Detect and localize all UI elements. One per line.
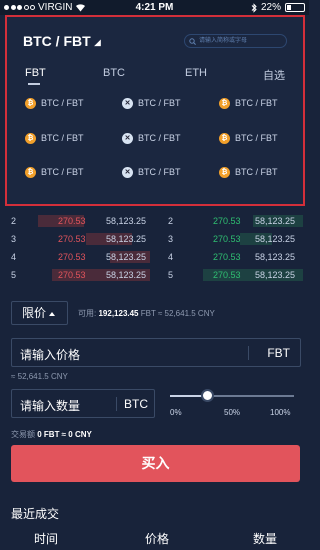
amount-unit: BTC xyxy=(124,397,148,411)
tab-fbt[interactable]: FBT xyxy=(25,67,46,85)
price-input[interactable]: 请输入价格 FBT xyxy=(11,338,301,367)
pair-item[interactable]: ₿ BTC / FBT xyxy=(219,165,278,179)
ripple-icon: ✕ xyxy=(122,132,133,144)
bitcoin-icon: ₿ xyxy=(219,166,230,178)
column-price: 价格 xyxy=(145,532,170,546)
pair-item[interactable]: ✕ BTC / FBT xyxy=(122,131,181,145)
price-unit: FBT xyxy=(267,346,290,360)
ripple-icon: ✕ xyxy=(122,97,133,109)
pair-item[interactable]: ✕ BTC / FBT xyxy=(122,165,181,179)
book-row[interactable]: 5 270.53 58,123.25 5 270.53 58,123.25 xyxy=(0,268,309,282)
column-amount: 数量 xyxy=(253,532,278,546)
bitcoin-icon: ₿ xyxy=(25,97,36,109)
book-row[interactable]: 3 270.53 58,123.25 3 270.53 58,123.25 xyxy=(0,232,309,246)
pair-selector-panel: BTC / FBT ◢ 请输入简称或字母 FBT BTC ETH 自选 ₿ BTC… xyxy=(5,15,305,206)
bitcoin-icon: ₿ xyxy=(219,97,230,109)
book-row[interactable]: 4 270.53 58,123.25 4 270.53 58,123.25 xyxy=(0,250,309,264)
pair-item[interactable]: ₿ BTC / FBT xyxy=(25,165,84,179)
bitcoin-icon: ₿ xyxy=(219,132,230,144)
pair-item[interactable]: ₿ BTC / FBT xyxy=(219,131,278,145)
pair-item[interactable]: ₿ BTC / FBT xyxy=(25,131,84,145)
tab-btc[interactable]: BTC xyxy=(103,67,125,79)
book-row[interactable]: 2 270.53 58,123.25 2 270.53 58,123.25 xyxy=(0,214,309,228)
pair-item[interactable]: ✕ BTC / FBT xyxy=(122,96,181,110)
amount-input[interactable]: 请输入数量 BTC xyxy=(11,389,155,418)
bluetooth-icon xyxy=(251,2,257,13)
column-time: 时间 xyxy=(34,532,59,546)
tab-eth[interactable]: ETH xyxy=(185,67,207,79)
recent-trades-title: 最近成交 xyxy=(11,507,60,521)
pair-search-input[interactable]: 请输入简称或字母 xyxy=(184,34,287,48)
dropdown-triangle-icon xyxy=(49,311,56,316)
order-type-select[interactable]: 限价 xyxy=(11,301,68,325)
bitcoin-icon: ₿ xyxy=(25,132,36,144)
bitcoin-icon: ₿ xyxy=(25,166,36,178)
trade-volume: 交易额 0 FBT ≈ 0 CNY xyxy=(11,430,92,439)
battery-icon xyxy=(285,3,305,12)
amount-percent-slider[interactable]: 0% 50% 100% xyxy=(170,389,298,418)
order-book: 2 270.53 58,123.25 2 270.53 58,123.25 3 … xyxy=(0,206,309,284)
tab-favorites[interactable]: 自选 xyxy=(263,67,285,83)
pair-title[interactable]: BTC / FBT ◢ xyxy=(23,33,101,49)
ripple-icon: ✕ xyxy=(122,166,133,178)
status-bar: VIRGIN 4:21 PM 22% xyxy=(0,0,309,15)
pair-item[interactable]: ₿ BTC / FBT xyxy=(25,96,84,110)
pair-item[interactable]: ₿ BTC / FBT xyxy=(219,96,278,110)
search-icon xyxy=(189,38,196,45)
battery-percent: 22% xyxy=(260,2,281,13)
market-tabs: FBT BTC ETH 自选 xyxy=(7,67,303,87)
buy-button[interactable]: 买入 xyxy=(11,445,300,482)
available-balance: 可用: 192,123.45 FBT ≈ 52,641.5 CNY xyxy=(78,309,215,318)
price-cny-estimate: ≈ 52,641.5 CNY xyxy=(11,372,68,381)
dropdown-triangle-icon: ◢ xyxy=(94,37,101,47)
slider-handle[interactable] xyxy=(201,389,214,402)
